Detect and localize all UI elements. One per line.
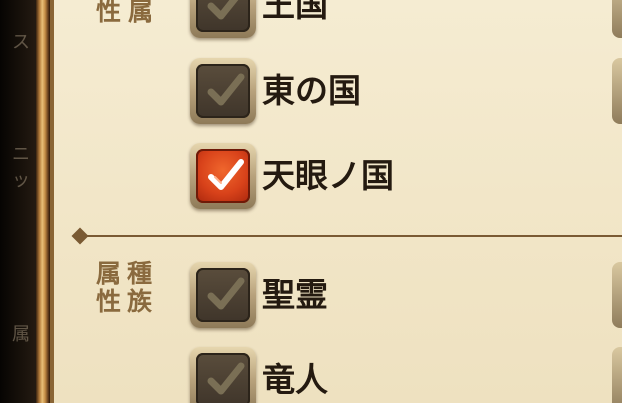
- check-icon: [207, 362, 245, 395]
- next-column-checkbox-edge[interactable]: [612, 58, 622, 124]
- check-icon: [208, 159, 244, 190]
- section-divider: [78, 235, 622, 237]
- section-label-line: 性: [96, 0, 128, 26]
- checkbox-face: [196, 353, 250, 403]
- section-label-race: 属種 性族: [96, 260, 158, 316]
- filter-row-tengan-country[interactable]: 天眼ノ国: [190, 143, 550, 213]
- filter-label: 竜人: [262, 360, 328, 399]
- section-label-line: 属: [128, 0, 160, 26]
- background-text: ニッ: [12, 144, 30, 191]
- filter-checkbox[interactable]: [190, 58, 256, 124]
- filter-label: 王国: [262, 0, 328, 24]
- section-label-line: 性族: [96, 287, 159, 316]
- filter-row-holy-spirit[interactable]: 聖霊: [190, 262, 550, 332]
- filter-checkbox[interactable]: [190, 347, 256, 403]
- filter-row-east-country[interactable]: 東の国: [190, 58, 550, 128]
- filter-label: 聖霊: [262, 275, 328, 314]
- check-icon: [207, 0, 239, 20]
- checkbox-face: [196, 268, 250, 322]
- background-text: ス: [12, 32, 30, 53]
- checkbox-face: [196, 64, 250, 118]
- ornate-frame: [36, 0, 50, 403]
- check-icon: [207, 277, 245, 310]
- filter-row-dragonkin[interactable]: 竜人: [190, 347, 550, 403]
- next-column-checkbox-edge[interactable]: [612, 262, 622, 328]
- filter-row-kingdom[interactable]: 王国: [190, 0, 550, 42]
- filter-label: 天眼ノ国: [262, 156, 394, 195]
- check-icon: [207, 73, 245, 106]
- filter-checkbox[interactable]: [190, 0, 256, 38]
- checkbox-face: [196, 149, 250, 203]
- checkbox-face: [196, 0, 250, 32]
- next-column-checkbox-edge[interactable]: [612, 347, 622, 403]
- filter-checkbox[interactable]: [190, 262, 256, 328]
- background-text: 属: [12, 324, 30, 345]
- filter-checkbox-checked[interactable]: [190, 143, 256, 209]
- next-column-checkbox-edge[interactable]: [612, 0, 622, 38]
- filter-label: 東の国: [262, 71, 361, 110]
- section-label-line: 属種: [96, 259, 159, 288]
